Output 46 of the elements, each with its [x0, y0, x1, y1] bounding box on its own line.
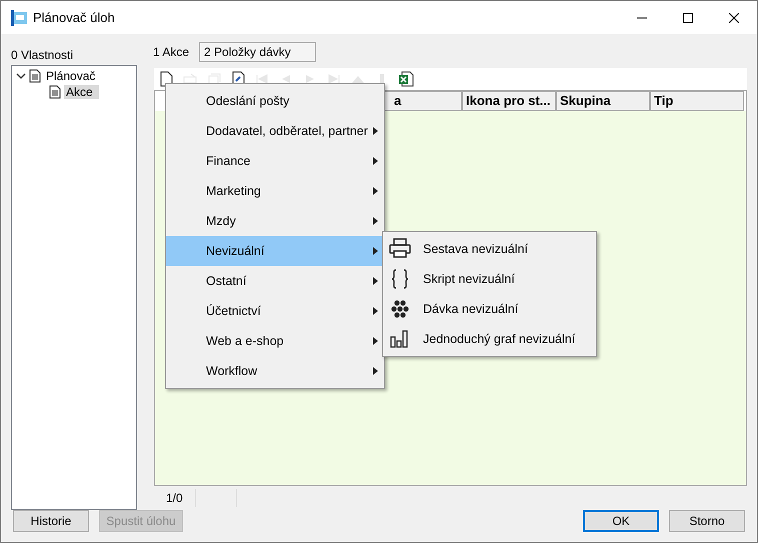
column-header[interactable]: Tip [650, 91, 744, 111]
chevron-icon[interactable] [16, 71, 26, 81]
properties-label: 0 Vlastnosti [11, 48, 74, 62]
tree-item[interactable]: Akce [64, 85, 99, 99]
window-title: Plánovač úloh [33, 10, 116, 25]
tree-item[interactable]: Plánovač [44, 69, 102, 83]
app-logo-icon [11, 10, 27, 26]
submenu-arrow-icon [373, 157, 378, 165]
submenu-arrow-icon [373, 367, 378, 375]
maximize-icon[interactable] [683, 12, 693, 22]
submenu-arrow-icon [373, 217, 378, 225]
menu-item[interactable]: Jednoduchý graf nevizuální [383, 324, 596, 354]
printer-icon [389, 238, 411, 258]
menu-item[interactable]: Nevizuální [166, 236, 384, 266]
submenu-arrow-icon [373, 187, 378, 195]
menu-item[interactable]: Marketing [166, 176, 384, 206]
record-position: 1/0 [154, 489, 196, 507]
menu-item[interactable]: Dodavatel, odběratel, partner [166, 116, 384, 146]
submenu-arrow-icon [373, 337, 378, 345]
document-icon [49, 85, 61, 99]
submenu-arrow-icon [373, 127, 378, 135]
menu-item[interactable]: Skript nevizuální [383, 264, 596, 294]
button[interactable]: Storno [669, 510, 745, 532]
tab[interactable]: 2 Položky dávky [199, 42, 316, 62]
excel-icon[interactable] [398, 71, 414, 87]
column-header[interactable]: Skupina [556, 91, 650, 111]
menu-item[interactable]: Mzdy [166, 206, 384, 236]
dots-cluster-icon [391, 300, 409, 318]
document-icon [29, 69, 41, 83]
menu-item[interactable]: Dávka nevizuální [383, 294, 596, 324]
bar-chart-icon [390, 330, 408, 348]
tab[interactable]: 1 Akce [149, 43, 194, 61]
button[interactable]: Historie [13, 510, 89, 532]
menu-item[interactable]: Workflow [166, 356, 384, 386]
button[interactable]: OK [583, 510, 659, 532]
menu-item[interactable]: Web a e-shop [166, 326, 384, 356]
menu-item[interactable]: Ostatní [166, 266, 384, 296]
menu-item[interactable]: Finance [166, 146, 384, 176]
submenu-arrow-icon [373, 247, 378, 255]
menu-item[interactable]: Účetnictví [166, 296, 384, 326]
column-header[interactable]: Ikona pro st... [462, 91, 556, 111]
submenu-arrow-icon [373, 307, 378, 315]
menu-item[interactable]: Sestava nevizuální [383, 234, 596, 264]
submenu-arrow-icon [373, 277, 378, 285]
close-icon[interactable] [729, 12, 739, 22]
braces-icon [391, 269, 409, 289]
